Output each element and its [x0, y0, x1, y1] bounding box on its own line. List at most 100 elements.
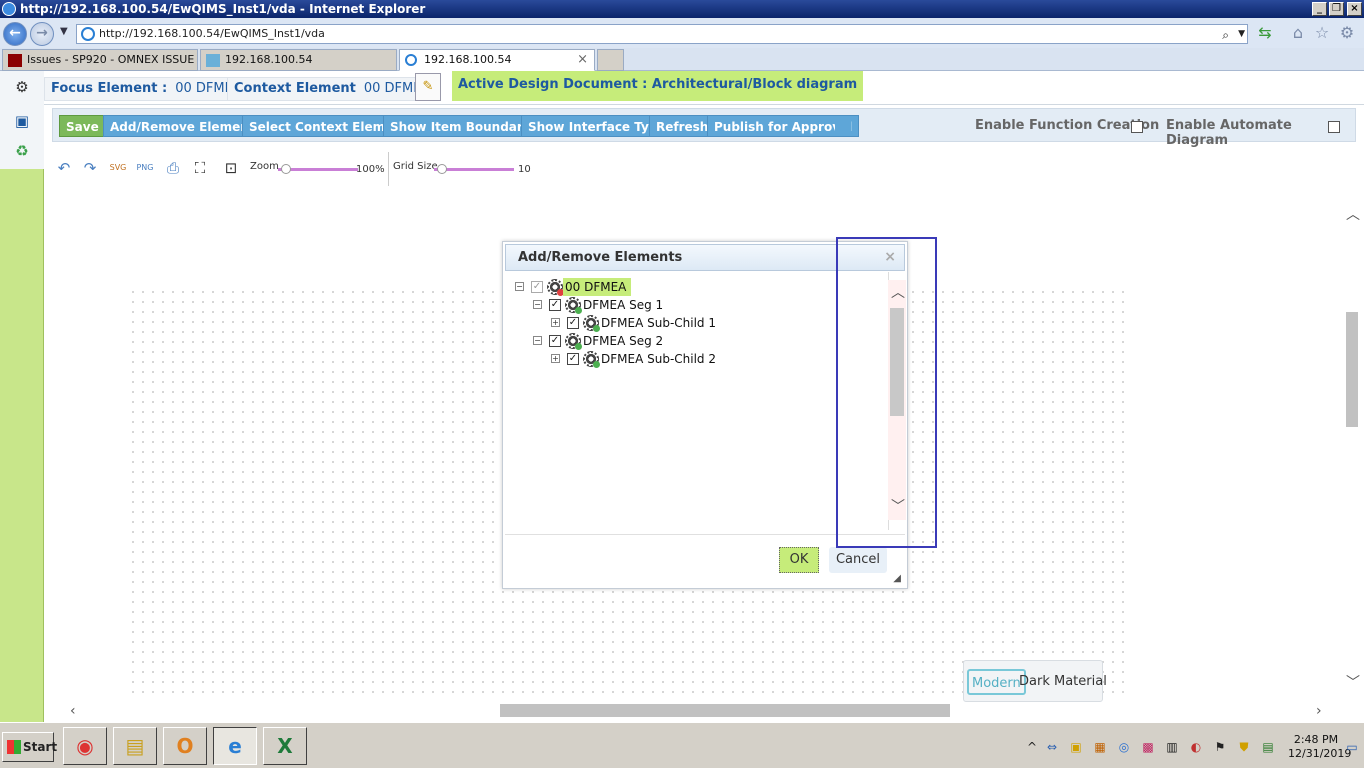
vertical-scroll-thumb[interactable]	[1346, 312, 1358, 427]
history-dropdown-icon[interactable]: ▼	[60, 26, 68, 37]
file-explorer-taskbar-icon[interactable]: ▤	[113, 727, 157, 765]
restore-button[interactable]: ❐	[1329, 2, 1344, 16]
refresh-button[interactable]: Refresh	[649, 115, 716, 137]
scroll-right-icon[interactable]: ›	[1316, 704, 1322, 718]
compatibility-view-icon[interactable]: ⇆	[1256, 24, 1274, 42]
tree-node-label: DFMEA Sub-Child 1	[601, 316, 716, 330]
enable-automate-diagram-checkbox[interactable]	[1328, 121, 1340, 133]
context-element: Context Element 00 DFMEA	[227, 77, 438, 101]
page-icon	[81, 27, 95, 41]
export-svg-icon[interactable]: SVG	[108, 158, 128, 178]
redo-icon[interactable]: ↷	[80, 158, 100, 178]
undo-icon[interactable]: ↶	[54, 158, 74, 178]
theme-material[interactable]: Material	[1051, 669, 1110, 695]
tree-node-label: DFMEA Sub-Child 2	[601, 352, 716, 366]
grid-size-slider-handle[interactable]	[437, 164, 447, 174]
left-rail: ⚙ ▣ ♻	[0, 71, 44, 722]
back-button[interactable]: ←	[3, 22, 27, 46]
tree-checkbox[interactable]: ✓	[567, 317, 579, 329]
ok-button[interactable]: OK	[779, 547, 819, 573]
element-tree: − ✓ 00 DFMEA − ✓ DFMEA Seg 1 + ✓ DFMEA S…	[505, 272, 889, 530]
tray-chart-icon[interactable]: ▤	[1260, 739, 1276, 755]
recycle-icon[interactable]: ♻	[12, 141, 32, 161]
start-button[interactable]: Start	[2, 732, 57, 762]
tray-package-icon[interactable]: ▦	[1092, 739, 1108, 755]
expand-icon[interactable]: +	[551, 318, 560, 327]
enable-function-creation-checkbox[interactable]	[1131, 121, 1143, 133]
chrome-taskbar-icon[interactable]: ◉	[63, 727, 107, 765]
scroll-down-icon[interactable]: ﹀	[1346, 676, 1360, 690]
tray-expand-icon[interactable]: ^	[1024, 739, 1040, 755]
security-shield-icon[interactable]: ⛊	[1236, 739, 1252, 755]
fullscreen-icon[interactable]: ⛶	[190, 158, 210, 178]
tree-node-seg-2[interactable]: − ✓ DFMEA Seg 2	[533, 332, 683, 350]
tree-node-seg-1[interactable]: − ✓ DFMEA Seg 1	[533, 296, 683, 314]
tools-gear-icon[interactable]: ⚙	[1338, 24, 1356, 42]
teamviewer-icon[interactable]: ⇔	[1044, 739, 1060, 755]
outlook-taskbar-icon[interactable]: O	[163, 727, 207, 765]
resize-grip-icon[interactable]: ◢	[893, 573, 901, 584]
tray-volume-icon[interactable]: ◐	[1188, 739, 1204, 755]
excel-taskbar-icon[interactable]: X	[263, 727, 307, 765]
tray-device-icon[interactable]: ▥	[1164, 739, 1180, 755]
gear-icon	[565, 333, 582, 350]
theme-dark[interactable]: Dark	[1016, 669, 1053, 695]
address-dropdown-icon[interactable]: ▼	[1238, 25, 1245, 43]
focus-element-label: Focus Element :	[51, 81, 168, 96]
address-bar[interactable]: http://192.168.100.54/EwQIMS_Inst1/vda ⌕…	[76, 24, 1248, 44]
diagram-toolbar: Save Add/Remove Elements Select Context …	[52, 108, 1356, 148]
collapse-icon[interactable]: −	[533, 300, 542, 309]
print-icon[interactable]: ⎙	[163, 158, 183, 178]
tree-node-label: DFMEA Seg 2	[583, 334, 664, 348]
show-desktop-icon[interactable]: ▭	[1344, 739, 1360, 755]
favorites-star-icon[interactable]: ☆	[1313, 24, 1331, 42]
tree-node-sub-child-2[interactable]: + ✓ DFMEA Sub-Child 2	[551, 350, 721, 368]
diagram-tools: ↶ ↷ SVG PNG ⎙ ⛶ ⊡ Zoom 100% Grid Size 10	[52, 152, 552, 186]
tab-issues[interactable]: Issues - SP920 - OMNEX ISSUE ...	[2, 49, 198, 71]
search-icon[interactable]: ⌕	[1222, 26, 1229, 44]
window-title-bar: http://192.168.100.54/EwQIMS_Inst1/vda -…	[0, 0, 1364, 18]
tab-ip-1[interactable]: 192.168.100.54	[200, 49, 397, 71]
document-edit-icon[interactable]: ✎	[415, 73, 441, 101]
vertical-scrollbar[interactable]: ︿ ﹀	[1344, 192, 1360, 702]
cube-icon[interactable]	[835, 116, 851, 136]
settings-gear-icon[interactable]: ⚙	[12, 77, 32, 97]
gear-icon	[547, 279, 564, 296]
tree-checkbox[interactable]: ✓	[567, 353, 579, 365]
save-button[interactable]: Save	[59, 115, 106, 137]
tab-close-icon[interactable]: ×	[577, 50, 588, 70]
tray-monitor-icon[interactable]: ▩	[1140, 739, 1156, 755]
minimize-button[interactable]: _	[1312, 2, 1327, 16]
browser-address-row: ← → ▼ http://192.168.100.54/EwQIMS_Inst1…	[0, 18, 1364, 48]
zoom-slider-handle[interactable]	[281, 164, 291, 174]
active-design-document: Active Design Document : Architectural/B…	[452, 71, 864, 101]
horizontal-scroll-thumb[interactable]	[500, 704, 950, 717]
new-tab-button[interactable]	[597, 49, 624, 71]
forward-button[interactable]: →	[30, 22, 54, 46]
tab-ip-2-active[interactable]: 192.168.100.54 ×	[399, 49, 595, 71]
app-header: Focus Element :00 DFMEA Context Element 0…	[44, 71, 1364, 105]
zoom-label: Zoom	[250, 161, 279, 172]
scroll-left-icon[interactable]: ‹	[70, 704, 76, 718]
tree-checkbox[interactable]: ✓	[549, 335, 561, 347]
tree-node-root[interactable]: − ✓ 00 DFMEA	[515, 278, 632, 296]
action-center-flag-icon[interactable]: ⚑	[1212, 739, 1228, 755]
collapse-icon[interactable]: −	[515, 282, 524, 291]
system-tray: ^ ⇔ ▣ ▦ ◎ ▩ ▥ ◐ ⚑ ⛊ ▤ 2:48 PM 12/31/2019…	[1022, 729, 1362, 765]
cancel-button[interactable]: Cancel	[829, 547, 887, 573]
close-window-button[interactable]: ×	[1347, 2, 1362, 16]
scroll-up-icon[interactable]: ︿	[1346, 208, 1360, 222]
tree-node-sub-child-1[interactable]: + ✓ DFMEA Sub-Child 1	[551, 314, 721, 332]
tree-checkbox[interactable]: ✓	[549, 299, 561, 311]
tray-app-icon[interactable]: ▣	[1068, 739, 1084, 755]
horizontal-scrollbar[interactable]: ‹ ›	[52, 702, 1344, 720]
tray-network-icon[interactable]: ◎	[1116, 739, 1132, 755]
collapse-icon[interactable]: −	[533, 336, 542, 345]
clock[interactable]: 2:48 PM 12/31/2019	[1288, 733, 1351, 761]
fit-to-screen-icon[interactable]: ⊡	[221, 158, 241, 178]
presentation-icon[interactable]: ▣	[12, 111, 32, 131]
export-png-icon[interactable]: PNG	[135, 158, 155, 178]
ie-taskbar-icon[interactable]: e	[213, 727, 257, 765]
home-icon[interactable]: ⌂	[1289, 24, 1307, 42]
expand-icon[interactable]: +	[551, 354, 560, 363]
